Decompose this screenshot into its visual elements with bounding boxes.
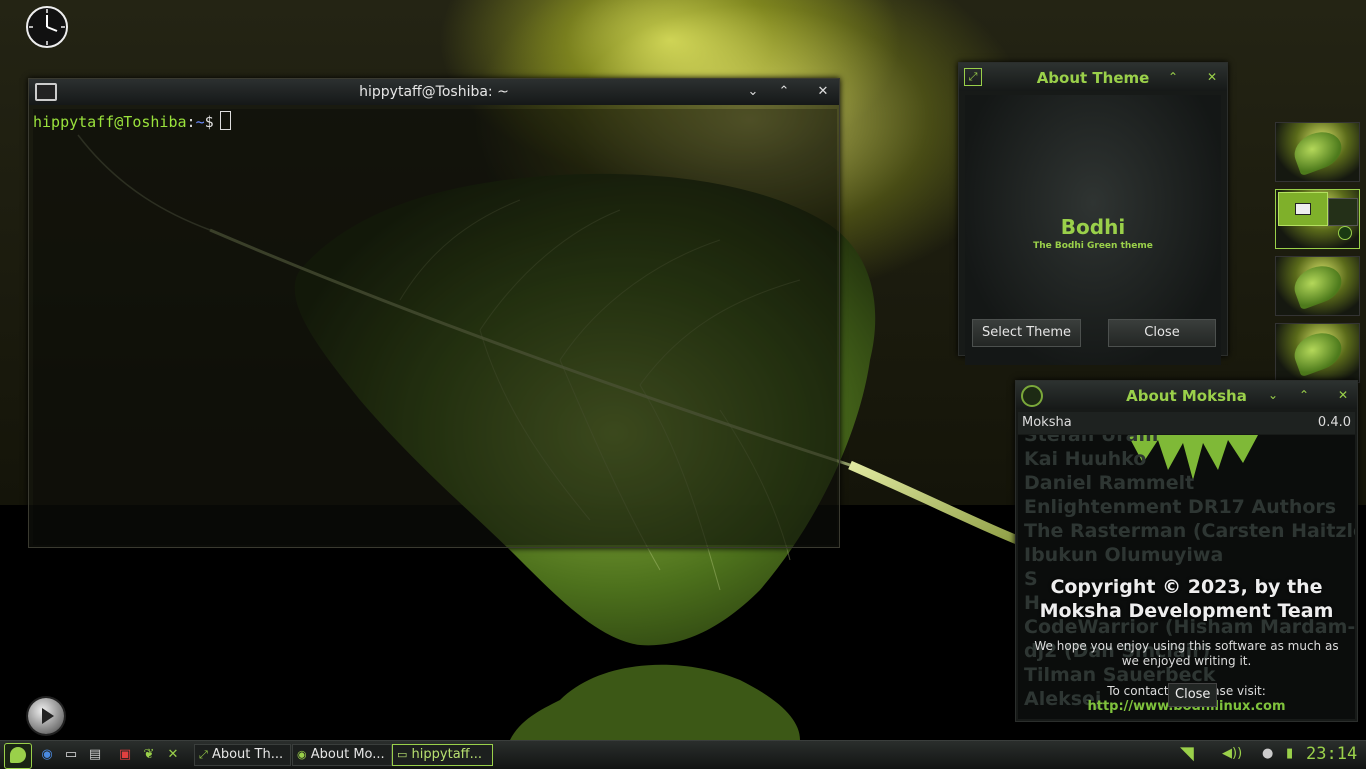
virtual-desktop-pager[interactable] bbox=[1275, 122, 1360, 390]
terminal-launcher-icon[interactable]: ▭ bbox=[62, 746, 80, 764]
pager-desk-2[interactable] bbox=[1275, 189, 1360, 249]
terminal-window[interactable]: hippytaff@Toshiba: ~ ⌄ ⌃ ✕ hippytaff@Tos… bbox=[28, 78, 840, 548]
moksha-logo-icon: ◉ bbox=[297, 748, 307, 761]
credit-line: The Rasterman (Carsten Haitzler) bbox=[1024, 520, 1355, 542]
copyright-line: Copyright © 2023, by the bbox=[1050, 576, 1323, 598]
about-theme-window[interactable]: ⤢ About Theme ⌄ ⌃ ✕ Bodhi The Bodhi Gree… bbox=[958, 62, 1228, 365]
task-label: About Mo... bbox=[310, 747, 385, 762]
theme-description: The Bodhi Green theme bbox=[1033, 241, 1153, 251]
text-cursor bbox=[219, 111, 231, 130]
minimize-button[interactable]: ⌄ bbox=[1133, 68, 1151, 86]
terminal-titlebar[interactable]: hippytaff@Toshiba: ~ ⌄ ⌃ ✕ bbox=[29, 79, 839, 105]
hope-text: We hope you enjoy using this software as… bbox=[1034, 639, 1339, 668]
file-manager-icon[interactable]: ▤ bbox=[86, 746, 104, 764]
media-play-icon[interactable] bbox=[28, 698, 64, 734]
close-button[interactable]: ✕ bbox=[813, 82, 833, 102]
desktop-clock-icon bbox=[26, 6, 68, 48]
prompt-end: $ bbox=[204, 113, 214, 131]
close-theme-button[interactable]: Close bbox=[1108, 319, 1216, 347]
select-theme-button[interactable]: Select Theme bbox=[972, 319, 1081, 347]
leaf-app-icon[interactable]: ❦ bbox=[140, 746, 158, 764]
taskbar: ◉ ▭ ▤ ▣ ❦ ✕ ⤢ About Th... ◉ About Mo... … bbox=[0, 740, 1366, 769]
credit-line: Stefan Uram bbox=[1024, 435, 1159, 446]
credit-line: Daniel Rammelt bbox=[1024, 472, 1195, 494]
theme-name: Bodhi bbox=[1060, 215, 1126, 239]
prompt-dir: ~ bbox=[195, 113, 205, 131]
terminal-body[interactable]: hippytaff@Toshiba:~$ bbox=[33, 109, 837, 545]
terminal-icon: ▭ bbox=[397, 748, 408, 761]
copyright-notice: Copyright © 2023, by the Moksha Developm… bbox=[1018, 575, 1355, 623]
pager-desk-3[interactable] bbox=[1275, 256, 1360, 316]
browser-icon[interactable]: ◉ bbox=[38, 746, 56, 764]
close-button[interactable]: ✕ bbox=[1203, 68, 1221, 86]
minimize-button[interactable]: ⌄ bbox=[743, 82, 763, 102]
battery-icon[interactable]: ▮ bbox=[1286, 746, 1293, 761]
minimize-button[interactable]: ⌄ bbox=[1264, 386, 1282, 404]
calendar-icon[interactable]: ▣ bbox=[116, 746, 134, 764]
credit-line: Enlightenment DR17 Authors bbox=[1024, 496, 1337, 518]
lightbulb-icon[interactable]: ● bbox=[1262, 746, 1273, 761]
credits-area: Stefan Uram Kai Huuhko Daniel Rammelt En… bbox=[1018, 435, 1355, 719]
taskbar-clock[interactable]: 23:14 bbox=[1306, 744, 1357, 764]
terminal-title: hippytaff@Toshiba: ~ bbox=[359, 84, 509, 100]
prompt-user: hippytaff@Toshiba bbox=[33, 113, 187, 131]
credits-list: Stefan Uram Kai Huuhko Daniel Rammelt En… bbox=[1024, 435, 1355, 711]
pager-desk-4[interactable] bbox=[1275, 323, 1360, 383]
maximize-button[interactable]: ⌃ bbox=[774, 82, 794, 102]
prompt-sep: : bbox=[186, 113, 196, 131]
credit-line: Ibukun Olumuyiwa bbox=[1024, 544, 1224, 566]
about-theme-title: About Theme bbox=[1036, 69, 1150, 87]
settings-icon[interactable]: ✕ bbox=[164, 746, 182, 764]
task-label: About Th... bbox=[211, 747, 284, 762]
task-terminal[interactable]: ▭ hippytaff... bbox=[392, 744, 493, 766]
about-moksha-window[interactable]: About Moksha ⌄ ⌃ ✕ Moksha 0.4.0 Stefan U… bbox=[1015, 380, 1358, 722]
close-moksha-button[interactable]: Close bbox=[1168, 683, 1218, 707]
moksha-header: Moksha 0.4.0 bbox=[1018, 412, 1355, 434]
pager-desk-1[interactable] bbox=[1275, 122, 1360, 182]
maximize-button[interactable]: ⌃ bbox=[1164, 68, 1182, 86]
app-version: 0.4.0 bbox=[1317, 415, 1351, 430]
about-moksha-titlebar[interactable]: About Moksha ⌄ ⌃ ✕ bbox=[1016, 381, 1357, 409]
task-about-moksha[interactable]: ◉ About Mo... bbox=[292, 744, 392, 766]
wifi-icon[interactable]: ◥ bbox=[1180, 743, 1194, 764]
close-button[interactable]: ✕ bbox=[1334, 386, 1352, 404]
about-theme-titlebar[interactable]: ⤢ About Theme ⌄ ⌃ ✕ bbox=[959, 63, 1227, 91]
theme-icon: ⤢ bbox=[199, 748, 208, 761]
task-about-theme[interactable]: ⤢ About Th... bbox=[194, 744, 291, 766]
copyright-line: Moksha Development Team bbox=[1039, 600, 1334, 622]
task-label: hippytaff... bbox=[411, 747, 483, 762]
volume-icon[interactable]: ◀)) bbox=[1222, 746, 1242, 761]
app-name: Moksha bbox=[1022, 415, 1072, 430]
credit-line: Kai Huuhko bbox=[1024, 448, 1147, 470]
maximize-button[interactable]: ⌃ bbox=[1295, 386, 1313, 404]
start-menu-icon[interactable] bbox=[4, 743, 32, 769]
